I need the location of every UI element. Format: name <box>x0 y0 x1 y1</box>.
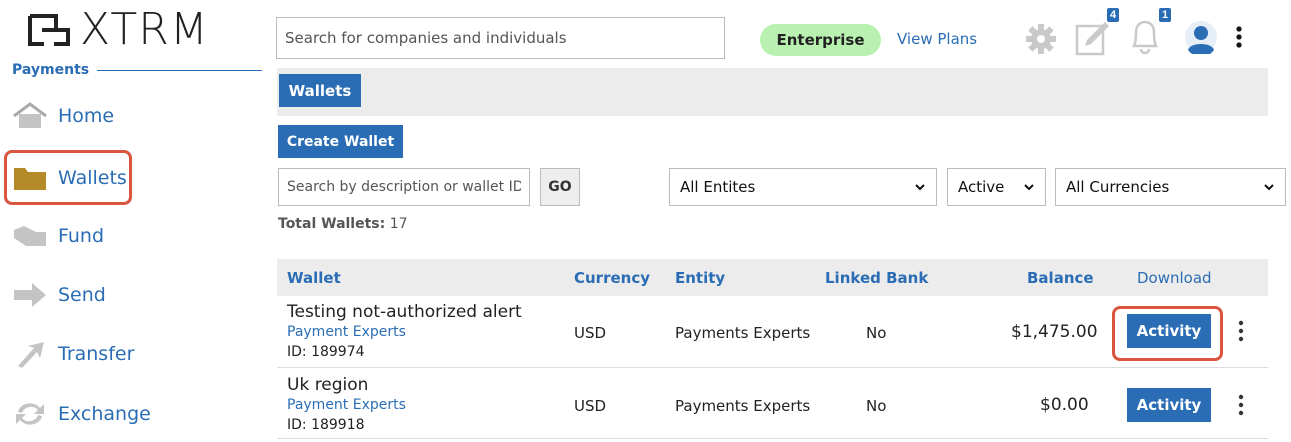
settings-gear-icon[interactable] <box>1024 22 1058 61</box>
sidebar-item-label: Home <box>58 105 115 127</box>
column-header-linked-bank[interactable]: Linked Bank <box>825 269 928 287</box>
sidebar-item-send[interactable]: Send <box>12 273 252 317</box>
column-header-entity[interactable]: Entity <box>675 269 725 287</box>
currency-select-value: All Currencies <box>1066 178 1170 196</box>
wallet-id: ID: 189974 <box>287 344 365 360</box>
status-select[interactable]: Active <box>947 168 1046 206</box>
download-link[interactable]: Download <box>1137 269 1212 287</box>
section-divider <box>97 69 262 71</box>
wallet-entity: Payments Experts <box>675 324 811 342</box>
view-plans-link[interactable]: View Plans <box>897 30 977 48</box>
tab-bar: Wallets <box>277 68 1268 116</box>
create-wallet-button[interactable]: Create Wallet <box>278 125 403 158</box>
user-avatar-icon[interactable] <box>1184 20 1218 59</box>
wallet-name: Uk region <box>287 375 369 395</box>
sidebar-item-label: Send <box>58 284 106 306</box>
activity-button[interactable]: Activity <box>1127 314 1211 348</box>
sidebar-item-label: Wallets <box>58 167 127 189</box>
row-more-menu-icon[interactable] <box>1236 320 1246 342</box>
tasks-edit-icon[interactable]: 4 <box>1075 8 1120 61</box>
wallet-company-link[interactable]: Payment Experts <box>287 397 406 413</box>
activity-button[interactable]: Activity <box>1127 388 1211 422</box>
brand-name: XTRM <box>80 4 209 55</box>
sidebar-item-fund[interactable]: Fund <box>12 214 252 258</box>
chevron-down-icon <box>1264 184 1274 191</box>
home-icon <box>12 100 52 132</box>
sidebar-item-transfer[interactable]: Transfer <box>12 332 252 376</box>
sidebar-item-exchange[interactable]: Exchange <box>12 392 252 436</box>
row-more-menu-icon[interactable] <box>1236 394 1246 416</box>
tasks-count-badge: 4 <box>1107 8 1120 22</box>
column-header-wallet[interactable]: Wallet <box>287 269 341 287</box>
fund-icon <box>12 220 52 252</box>
total-wallets-label: Total Wallets: <box>278 216 386 232</box>
section-title: Payments <box>12 62 90 78</box>
wallets-table-header: Wallet Currency Entity Linked Bank Balan… <box>277 259 1268 296</box>
entity-select[interactable]: All Entites <box>669 168 937 206</box>
go-button[interactable]: GO <box>540 168 580 206</box>
total-wallets-value: 17 <box>389 216 408 232</box>
currency-select[interactable]: All Currencies <box>1055 168 1286 206</box>
xtrm-logo-icon <box>28 14 70 46</box>
wallet-currency: USD <box>574 324 607 342</box>
column-header-currency[interactable]: Currency <box>574 269 650 287</box>
entity-select-value: All Entites <box>680 178 756 196</box>
wallet-entity: Payments Experts <box>675 397 811 415</box>
send-arrow-icon <box>12 279 52 311</box>
wallet-balance: $0.00 <box>1040 395 1089 415</box>
folder-icon <box>12 162 52 194</box>
more-menu-icon[interactable] <box>1235 25 1243 54</box>
sidebar-item-home[interactable]: Home <box>12 94 252 138</box>
wallet-balance: $1,475.00 <box>1011 322 1098 342</box>
wallet-name: Testing not-authorized alert <box>287 302 522 322</box>
transfer-icon <box>12 338 52 370</box>
wallet-linked-bank: No <box>866 324 887 342</box>
notifications-bell-icon[interactable]: 1 <box>1128 8 1172 61</box>
wallet-linked-bank: No <box>866 397 887 415</box>
wallet-currency: USD <box>574 397 607 415</box>
tab-wallets[interactable]: Wallets <box>279 74 361 107</box>
xtrm-logo[interactable]: XTRM <box>26 2 209 58</box>
sidebar-item-label: Fund <box>58 225 105 247</box>
table-row: Uk region Payment Experts ID: 189918 USD… <box>277 369 1268 439</box>
table-row: Testing not-authorized alert Payment Exp… <box>277 296 1268 368</box>
chevron-down-icon <box>915 184 925 191</box>
sidebar-item-wallets[interactable]: Wallets <box>12 156 252 200</box>
exchange-icon <box>12 398 52 430</box>
status-select-value: Active <box>958 178 1005 196</box>
plan-badge[interactable]: Enterprise <box>760 24 881 56</box>
sidebar-section-label: Payments <box>12 62 262 78</box>
total-wallets: Total Wallets: 17 <box>278 216 408 232</box>
wallet-company-link[interactable]: Payment Experts <box>287 324 406 340</box>
chevron-down-icon <box>1024 184 1034 191</box>
global-search-input[interactable] <box>276 17 725 59</box>
wallet-id: ID: 189918 <box>287 417 365 433</box>
notifications-count-badge: 1 <box>1159 8 1172 22</box>
wallet-search-input[interactable] <box>278 168 530 206</box>
sidebar-item-label: Transfer <box>58 343 135 365</box>
sidebar-item-label: Exchange <box>58 403 151 425</box>
column-header-balance[interactable]: Balance <box>1027 269 1094 287</box>
